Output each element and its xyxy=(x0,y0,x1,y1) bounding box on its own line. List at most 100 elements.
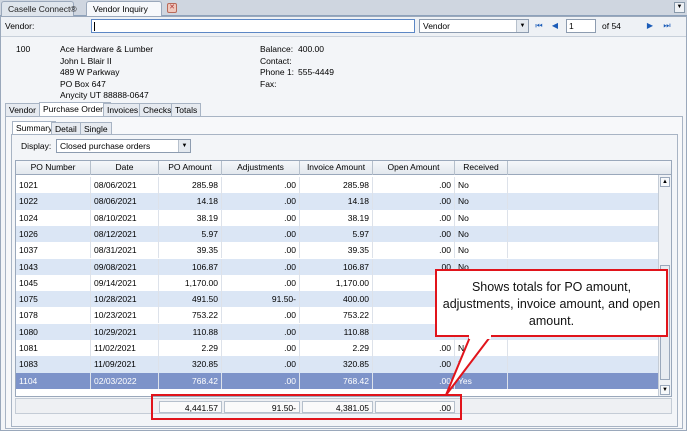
tab-label: Caselle Connect® xyxy=(8,4,77,14)
display-filter-select[interactable]: Closed purchase orders ▼ xyxy=(56,139,191,153)
vendor-address-line1: 489 W Parkway xyxy=(60,67,120,78)
tab-label: Summary xyxy=(16,123,53,133)
table-cell: 106.87 xyxy=(159,258,222,275)
callout-box: Shows totals for PO amount, adjustments,… xyxy=(435,269,668,337)
table-cell: No xyxy=(455,242,508,259)
table-cell: 08/31/2021 xyxy=(91,242,159,259)
column-header[interactable]: Received xyxy=(455,161,508,175)
table-header: PO Number Date PO Amount Adjustments Inv… xyxy=(16,161,671,175)
vendor-address-block: Ace Hardware & Lumber John L Blair II 48… xyxy=(60,44,153,102)
table-cell: .00 xyxy=(373,193,455,210)
last-record-icon[interactable]: ⏭ xyxy=(662,21,672,31)
tab-totals[interactable]: Totals xyxy=(171,103,202,116)
tab-label: Vendor xyxy=(9,105,36,115)
record-count: of 54 xyxy=(602,21,621,31)
column-header[interactable]: Open Amount xyxy=(373,161,455,175)
table-cell: 14.18 xyxy=(159,193,222,210)
chevron-down-icon: ▼ xyxy=(178,140,190,152)
table-cell: 768.42 xyxy=(300,372,373,389)
record-number-value: 1 xyxy=(569,21,574,31)
table-cell: 2.29 xyxy=(300,340,373,356)
scroll-down-icon[interactable]: ▼ xyxy=(660,385,670,395)
column-header[interactable]: Date xyxy=(91,161,159,175)
table-row[interactable]: 1021 08/06/2021 285.98.00 285.98.00 No xyxy=(16,177,659,193)
table-row[interactable]: 1022 08/06/2021 14.18.00 14.18.00 No xyxy=(16,193,659,210)
tab-list-dropdown-icon[interactable]: ▼ xyxy=(674,2,685,13)
tab-vendor[interactable]: Vendor xyxy=(5,103,40,116)
table-cell: 10/29/2021 xyxy=(91,323,159,340)
table-cell: 39.35 xyxy=(300,242,373,259)
callout-text: Shows totals for PO amount, adjustments,… xyxy=(442,280,661,328)
table-cell: 768.42 xyxy=(159,372,222,389)
tab-summary[interactable]: Summary xyxy=(12,121,57,134)
vendor-search-input[interactable] xyxy=(91,19,415,33)
display-label: Display: xyxy=(21,141,52,151)
table-cell: 08/12/2021 xyxy=(91,225,159,242)
table-cell: 491.50 xyxy=(159,291,222,308)
table-row[interactable]: 1083 11/09/2021 320.85.00 320.85.00 No xyxy=(16,356,659,373)
table-cell: 1,170.00 xyxy=(300,274,373,291)
tab-checks[interactable]: Checks xyxy=(139,103,176,116)
table-cell: 320.85 xyxy=(159,356,222,373)
column-header[interactable]: PO Amount xyxy=(159,161,222,175)
table-cell: 91.50- xyxy=(222,291,300,308)
next-record-icon[interactable]: ▶ xyxy=(645,21,655,31)
table-cell: .00 xyxy=(222,193,300,210)
window-tab-bar: Caselle Connect® Vendor Inquiry ✕ ▼ xyxy=(0,0,687,16)
fax-value xyxy=(298,79,334,91)
table-cell: .00 xyxy=(222,307,300,324)
lookup-toolbar: Vendor: Vendor ▼ ⏮ ◀ 1 of 54 ▶ ⏭ xyxy=(1,17,686,37)
contact-value xyxy=(298,56,334,68)
column-header[interactable]: PO Number xyxy=(16,161,91,175)
close-icon[interactable]: ✕ xyxy=(167,3,177,13)
table-cell: No xyxy=(455,225,508,242)
table-row[interactable]: 1024 08/10/2021 38.19.00 38.19.00 No xyxy=(16,209,659,226)
table-cell: .00 xyxy=(222,209,300,226)
table-cell: .00 xyxy=(222,372,300,389)
table-row[interactable]: 1104 02/03/2022 768.42.00 768.42.00 Yes xyxy=(16,372,659,389)
tab-purchase-orders[interactable]: Purchase Orders xyxy=(39,102,112,116)
table-cell: .00 xyxy=(222,258,300,275)
table-cell: .00 xyxy=(373,242,455,259)
table-cell: 1043 xyxy=(16,258,91,275)
scroll-up-icon[interactable]: ▲ xyxy=(660,177,670,187)
table-cell: No xyxy=(455,356,508,373)
table-cell: 1081 xyxy=(16,340,91,356)
table-cell: 106.87 xyxy=(300,258,373,275)
tab-label: Vendor Inquiry xyxy=(93,4,148,14)
vendor-id: 100 xyxy=(16,44,31,54)
previous-record-icon[interactable]: ◀ xyxy=(550,21,560,31)
table-cell: No xyxy=(455,177,508,193)
table-row[interactable]: 1037 08/31/2021 39.35.00 39.35.00 No xyxy=(16,242,659,259)
search-by-select[interactable]: Vendor ▼ xyxy=(419,19,529,33)
column-header[interactable]: Invoice Amount xyxy=(300,161,373,175)
table-cell: 400.00 xyxy=(300,291,373,308)
table-cell: 285.98 xyxy=(159,177,222,193)
tab-label: Invoices xyxy=(107,105,139,115)
table-cell: 1024 xyxy=(16,209,91,226)
record-number-input[interactable]: 1 xyxy=(566,19,596,33)
vendor-contact-name: John L Blair II xyxy=(60,55,112,66)
table-cell: .00 xyxy=(373,372,455,389)
tab-vendor-inquiry[interactable]: Vendor Inquiry ✕ xyxy=(86,1,177,16)
table-cell: .00 xyxy=(222,356,300,373)
tab-caselle-connect[interactable]: Caselle Connect® xyxy=(1,1,77,16)
table-cell: 09/08/2021 xyxy=(91,258,159,275)
table-cell: No xyxy=(455,193,508,210)
vendor-address-line2: PO Box 647 xyxy=(60,78,106,89)
table-cell: 5.97 xyxy=(300,225,373,242)
first-record-icon[interactable]: ⏮ xyxy=(534,21,544,31)
table-row[interactable]: 1081 11/02/2021 2.29.00 2.29.00 No xyxy=(16,340,659,356)
vendor-city-state-zip: Anycity UT 88888-0647 xyxy=(60,90,149,101)
column-header[interactable]: Adjustments xyxy=(222,161,300,175)
table-row[interactable]: 1026 08/12/2021 5.97.00 5.97.00 No xyxy=(16,225,659,243)
totals-highlight-box xyxy=(151,394,462,420)
table-cell: 1037 xyxy=(16,242,91,259)
table-cell: Yes xyxy=(455,372,508,389)
vendor-label: Vendor: xyxy=(5,21,35,31)
tab-invoices[interactable]: Invoices xyxy=(103,103,143,116)
table-cell: No xyxy=(455,340,508,356)
table-cell: 11/02/2021 xyxy=(91,340,159,356)
table-cell: 1022 xyxy=(16,193,91,210)
table-cell: 08/06/2021 xyxy=(91,193,159,210)
